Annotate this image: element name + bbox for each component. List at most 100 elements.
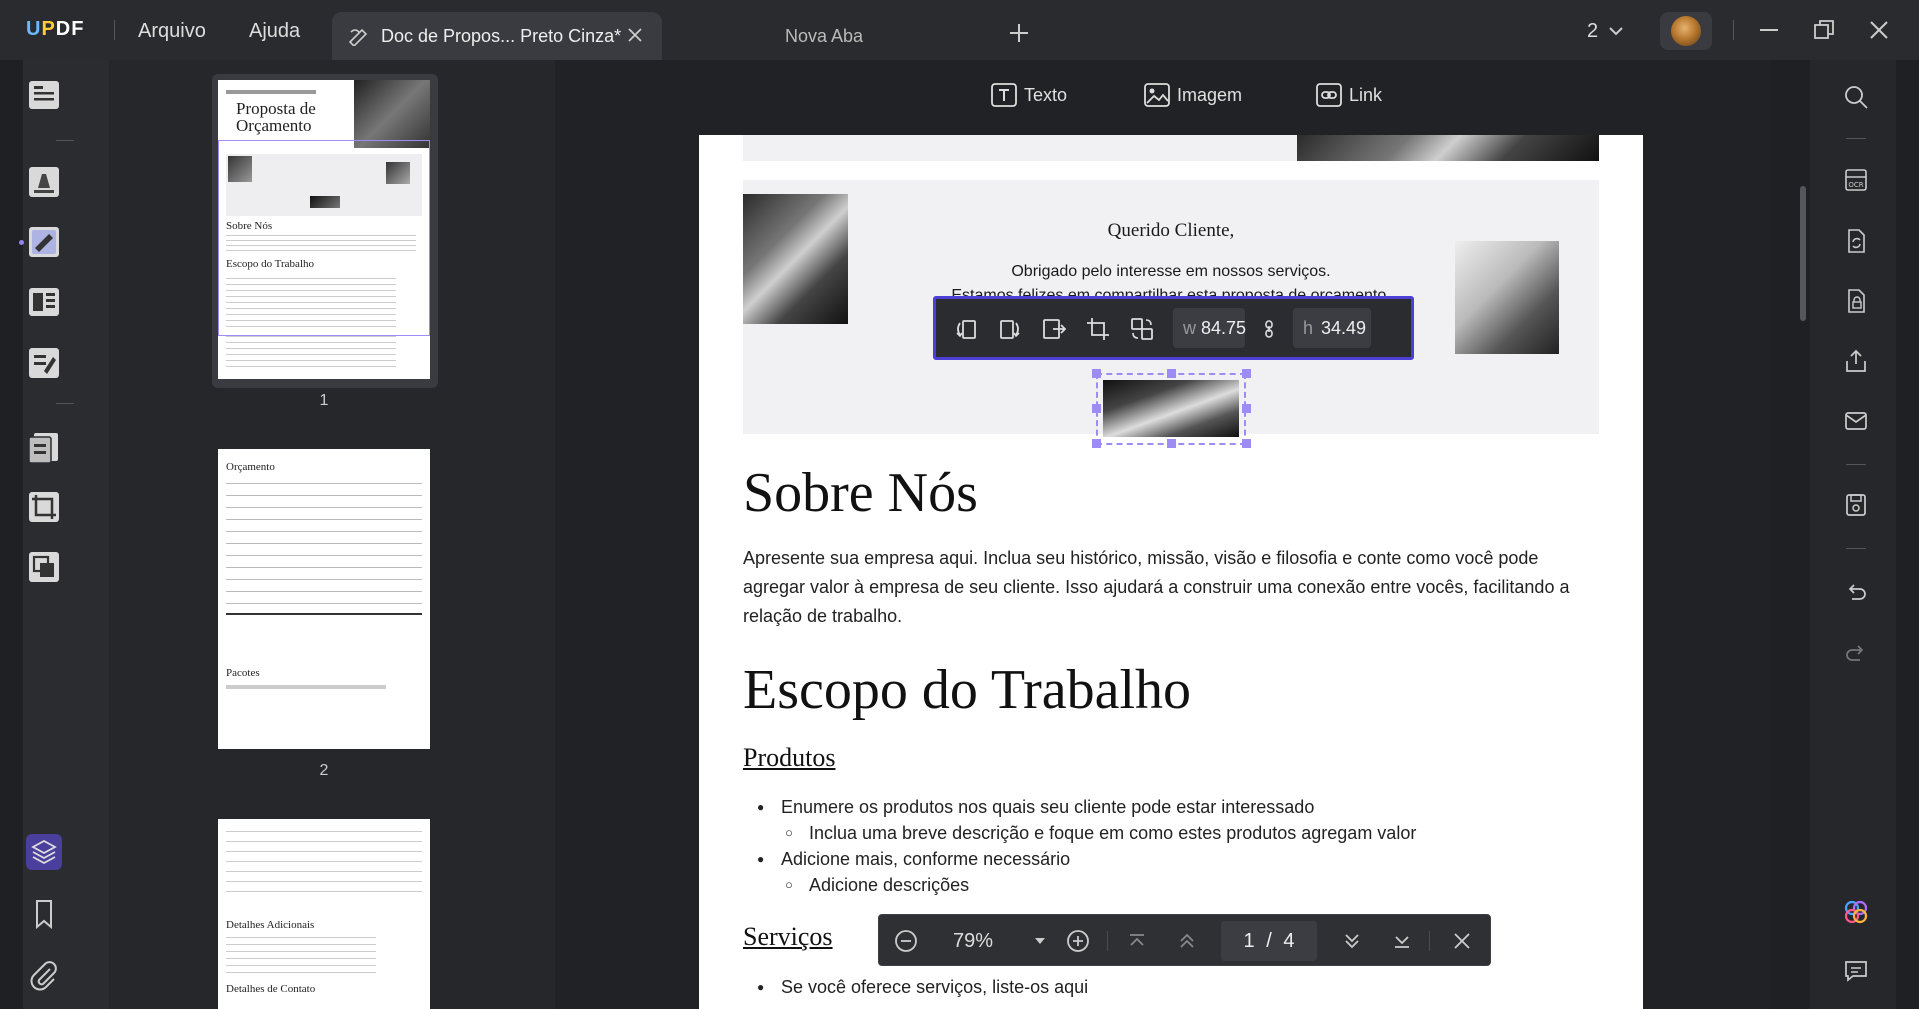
add-image-label: Imagem: [1177, 85, 1243, 105]
chevron-down-icon[interactable]: [1607, 22, 1625, 40]
pdf-page: Querido Cliente, Obrigado pelo interesse…: [699, 135, 1643, 1009]
resize-handle[interactable]: [1167, 439, 1176, 448]
zoom-out-icon[interactable]: [893, 928, 919, 954]
close-icon[interactable]: [626, 26, 644, 44]
form-icon[interactable]: [26, 345, 62, 381]
list-item: Enumere os produtos nos quais seu client…: [757, 797, 1314, 818]
replace-image-icon[interactable]: [1129, 316, 1155, 342]
thumbnail-page-2[interactable]: Orçamento Pacotes: [218, 449, 430, 749]
width-field[interactable]: w 84.75: [1173, 308, 1247, 348]
title-bar: UPDF Arquivo Ajuda Doc de Propos... Pret…: [0, 0, 1919, 60]
page-separator: /: [1266, 930, 1272, 952]
height-field[interactable]: h 34.49: [1293, 308, 1371, 348]
avatar-image: [1671, 16, 1701, 46]
thumb-sub1: Detalhes de Contato: [226, 983, 316, 995]
thumbnail-page-1[interactable]: Proposta de Orçamento Sobre Nós Escopo d…: [218, 80, 430, 379]
thumbnail-page-3[interactable]: Detalhes Adicionais Detalhes de Contato: [218, 819, 430, 1009]
resize-handle[interactable]: [1242, 369, 1251, 378]
minimize-icon[interactable]: [1757, 18, 1781, 42]
about-paragraph: Apresente sua empresa aqui. Inclua seu h…: [743, 548, 1570, 626]
thumb-sub2: Escopo do Trabalho: [226, 258, 314, 270]
width-value: 84.75: [1201, 318, 1247, 338]
list-item: Inclua uma breve descrição e foque em co…: [785, 823, 1416, 844]
app-logo: UPDF: [26, 18, 85, 40]
tab-document[interactable]: Doc de Propos... Preto Cinza*: [332, 12, 662, 60]
next-page-icon[interactable]: [1339, 928, 1365, 954]
products-heading: Produtos: [743, 743, 836, 772]
page-total: 4: [1283, 930, 1295, 952]
restore-icon[interactable]: [1812, 18, 1836, 42]
height-value: 34.49: [1321, 318, 1367, 338]
page-number-input[interactable]: 1 / 4: [1221, 921, 1317, 961]
resize-handle[interactable]: [1092, 404, 1101, 413]
page-view-icon[interactable]: [26, 284, 62, 320]
search-icon[interactable]: [1843, 84, 1869, 110]
thumbnail-number: 2: [319, 762, 329, 779]
resize-handle[interactable]: [1092, 369, 1101, 378]
add-text-button[interactable]: Texto: [991, 83, 1068, 107]
add-link-button[interactable]: Link: [1316, 83, 1383, 107]
layers-icon[interactable]: [26, 834, 62, 870]
zoom-level[interactable]: 79%: [953, 930, 993, 953]
add-image-button[interactable]: Imagem: [1144, 83, 1243, 107]
divider: [1107, 931, 1108, 951]
previous-page-icon[interactable]: [1174, 928, 1200, 954]
zoom-in-icon[interactable]: [1065, 928, 1091, 954]
compare-icon[interactable]: [26, 549, 62, 585]
list-item: Adicione mais, conforme necessário: [757, 849, 1070, 870]
vertical-scrollbar[interactable]: [1800, 186, 1806, 321]
extract-image-icon[interactable]: [1041, 316, 1067, 342]
close-icon[interactable]: [1449, 928, 1475, 954]
last-page-icon[interactable]: [1389, 928, 1415, 954]
ocr-icon[interactable]: OCR: [1843, 167, 1869, 193]
organize-pages-icon[interactable]: [26, 430, 62, 466]
greeting: Querido Cliente,: [1107, 220, 1235, 241]
resize-handle[interactable]: [1167, 369, 1176, 378]
resize-handle[interactable]: [1242, 404, 1251, 413]
width-label: w: [1183, 318, 1196, 338]
window-count[interactable]: 2: [1587, 20, 1598, 43]
tab-new[interactable]: Nova Aba: [785, 26, 863, 47]
menu-help[interactable]: Ajuda: [249, 20, 300, 43]
rotate-right-icon[interactable]: [997, 316, 1023, 342]
close-window-icon[interactable]: [1867, 18, 1891, 42]
add-text-label: Texto: [1024, 85, 1068, 105]
height-label: h: [1303, 318, 1314, 338]
add-link-label: Link: [1349, 85, 1383, 105]
resize-handle[interactable]: [1092, 439, 1101, 448]
divider: [114, 20, 115, 40]
plus-icon[interactable]: [1008, 22, 1030, 44]
menu-file[interactable]: Arquivo: [138, 20, 206, 43]
crop-icon[interactable]: [26, 489, 62, 525]
redo-icon[interactable]: [1843, 640, 1869, 666]
mail-icon[interactable]: [1843, 408, 1869, 434]
section-about-heading: Sobre Nós: [743, 462, 978, 524]
protect-icon[interactable]: [1843, 288, 1869, 314]
lock-ratio-icon[interactable]: [1256, 316, 1282, 342]
bookmark-icon[interactable]: [26, 896, 62, 932]
services-heading: Serviços: [743, 922, 833, 951]
first-page-icon[interactable]: [1124, 928, 1150, 954]
link-icon: [1316, 83, 1342, 107]
convert-icon[interactable]: [1843, 228, 1869, 254]
thumb-heading: Proposta de Orçamento: [236, 99, 316, 135]
avatar[interactable]: [1660, 12, 1712, 50]
undo-icon[interactable]: [1843, 579, 1869, 605]
rotate-left-icon[interactable]: [953, 316, 979, 342]
image-icon: [1144, 83, 1170, 107]
attachment-icon[interactable]: [26, 957, 62, 993]
share-icon[interactable]: [1843, 348, 1869, 374]
reader-icon[interactable]: [26, 77, 62, 113]
highlighter-icon[interactable]: [26, 164, 62, 200]
crop-image-icon[interactable]: [1085, 316, 1111, 342]
zoom-dropdown-icon[interactable]: [1027, 928, 1053, 954]
section-scope-heading: Escopo do Trabalho: [743, 659, 1191, 721]
resize-handle[interactable]: [1242, 439, 1251, 448]
image-selection-box[interactable]: [1096, 373, 1246, 445]
save-icon[interactable]: [1843, 492, 1869, 518]
comment-icon[interactable]: [1843, 958, 1869, 984]
thumb-sub1: Pacotes: [226, 667, 260, 679]
edit-pdf-icon[interactable]: [26, 224, 62, 260]
text-icon: [991, 83, 1017, 107]
ai-assistant-icon[interactable]: [1843, 899, 1869, 925]
